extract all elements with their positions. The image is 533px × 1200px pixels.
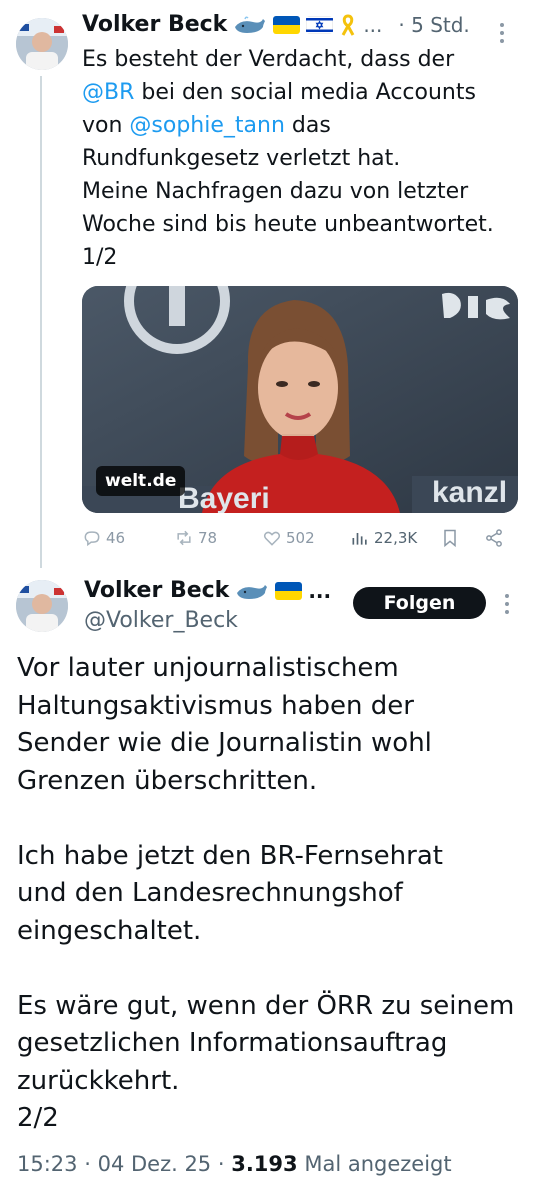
tweet-line: 1/2 xyxy=(82,245,118,270)
reply-icon xyxy=(84,531,100,547)
avatar-image xyxy=(16,18,68,70)
view-label: Mal angezeigt xyxy=(304,1152,452,1176)
yellow-ribbon-icon xyxy=(342,13,355,36)
tweet-text-fragment: das xyxy=(284,113,331,138)
tweet-line: eingeschaltet. xyxy=(17,915,202,946)
like-icon xyxy=(263,531,281,546)
avatar[interactable] xyxy=(16,580,68,632)
tweet2-header: Volker Beck ... xyxy=(84,578,331,603)
tweet-timestamp[interactable]: 15:23 xyxy=(17,1152,78,1176)
like-count: 502 xyxy=(286,529,315,547)
share-icon xyxy=(486,529,502,547)
tweet-line: Grenzen überschritten. xyxy=(17,765,318,796)
israel-flag-icon xyxy=(306,15,334,34)
tweet-meta: 15:23 · 04 Dez. 25 · 3.193 Mal angezeigt xyxy=(17,1152,452,1176)
separator-dot: · xyxy=(217,1152,232,1176)
tweet-line: Sender wie die Journalistin wohl xyxy=(17,728,432,758)
tweet1-actions: 46 78 502 22,3K xyxy=(82,528,518,556)
tweet-line: und den Landesrechnungshof xyxy=(17,878,403,908)
tweet-line: Ich habe jetzt den BR-Fernsehrat xyxy=(17,840,443,871)
views-icon xyxy=(352,533,367,545)
reply-count: 46 xyxy=(106,529,126,547)
author-name[interactable]: Volker Beck xyxy=(82,12,227,37)
avatar-image xyxy=(16,580,68,632)
link-source-badge: welt.de xyxy=(96,466,186,496)
name-truncation: ... xyxy=(363,12,383,37)
share-button[interactable] xyxy=(484,528,504,548)
tweet-line: Rundfunkgesetz verletzt hat. xyxy=(82,146,401,171)
more-icon[interactable] xyxy=(504,593,510,619)
tweet-line: Woche sind bis heute unbeantwortet. xyxy=(82,212,494,237)
separator-dot: · xyxy=(84,1152,98,1176)
tweet1-header: Volker Beck ... · 5 Std. xyxy=(82,12,470,37)
tweet-time[interactable]: · 5 Std. xyxy=(398,13,469,37)
tweet-line: Haltungsaktivismus haben der xyxy=(17,690,414,721)
reply-button[interactable]: 46 xyxy=(82,528,125,548)
bookmark-button[interactable] xyxy=(440,528,460,548)
tweet-line: @BR bei den social media Accounts xyxy=(82,76,522,109)
svg-text:kanzl: kanzl xyxy=(432,476,507,509)
whale-icon xyxy=(237,584,268,599)
tweet-line: 2/2 xyxy=(17,1103,59,1133)
follow-button[interactable]: Folgen xyxy=(353,587,486,619)
tweet-line: zurückkehrt. xyxy=(17,1065,180,1096)
tweet-date[interactable]: 04 Dez. 25 xyxy=(98,1152,212,1176)
author-handle[interactable]: @Volker_Beck xyxy=(84,608,238,633)
thread-line xyxy=(40,76,42,568)
view-count: 22,3K xyxy=(374,529,418,547)
like-button[interactable]: 502 xyxy=(262,528,315,548)
repost-button[interactable]: 78 xyxy=(174,528,217,548)
views-button[interactable]: 22,3K xyxy=(350,528,417,548)
tweet-text-fragment: von xyxy=(82,113,130,138)
tweet-line: Meine Nachfragen dazu von letzter xyxy=(82,179,469,204)
author-name[interactable]: Volker Beck xyxy=(84,578,229,603)
whale-icon xyxy=(235,15,266,33)
tweet-text-fragment: bei den social media Accounts xyxy=(134,80,476,105)
avatar[interactable] xyxy=(16,18,68,70)
svg-text:Bayeri: Bayeri xyxy=(178,482,270,513)
tweet-line: Es besteht der Verdacht, dass der xyxy=(82,47,455,72)
tweet1-text: Es besteht der Verdacht, dass der @BR be… xyxy=(82,43,522,274)
ukraine-flag-icon xyxy=(273,15,301,34)
tweet-line: Es wäre gut, wenn der ÖRR zu seinem xyxy=(17,990,515,1021)
repost-icon xyxy=(177,530,191,546)
bookmark-icon xyxy=(444,529,456,548)
tweet-line: Vor lauter unjournalistischem xyxy=(17,653,399,683)
tweet-line: von @sophie_tann das xyxy=(82,109,522,142)
ukraine-flag-icon xyxy=(275,581,303,600)
view-count: 3.193 xyxy=(231,1152,298,1176)
mention-sophie-tann[interactable]: @sophie_tann xyxy=(129,113,284,138)
tweet-line: gesetzlichen Informationsauftrag xyxy=(17,1028,448,1058)
tweet2-text: Vor lauter unjournalistischem Haltungsak… xyxy=(17,650,522,1138)
repost-count: 78 xyxy=(198,529,218,547)
name-truncation: ... xyxy=(308,578,332,603)
mention-br[interactable]: @BR xyxy=(82,80,134,105)
